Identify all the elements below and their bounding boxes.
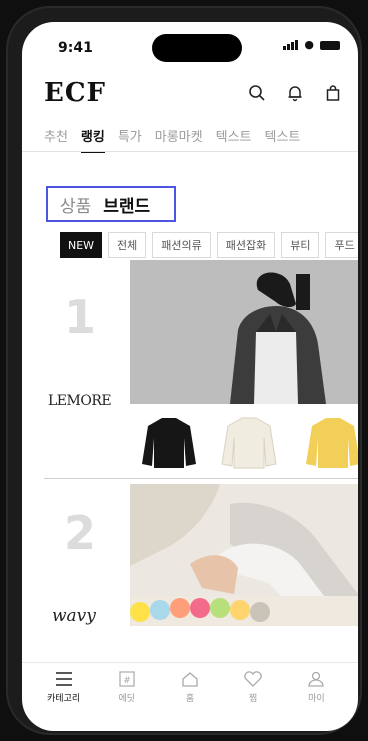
product-thumb-yellow-jacket bbox=[306, 418, 358, 468]
brand-name: LEMORE bbox=[48, 393, 112, 409]
product-thumb-black-jacket bbox=[142, 418, 196, 468]
wifi-icon: ● bbox=[304, 38, 314, 51]
nav-home[interactable]: 홈 bbox=[165, 663, 215, 719]
tabs-divider bbox=[22, 151, 358, 152]
nav-label: 에딧 bbox=[118, 694, 136, 704]
nav-my[interactable]: 마이 bbox=[291, 663, 341, 719]
tab-text-2[interactable]: 텍스트 bbox=[265, 126, 301, 145]
shopping-bag-icon[interactable] bbox=[322, 82, 344, 104]
user-icon bbox=[308, 671, 324, 687]
brand-hero-image bbox=[130, 484, 358, 626]
chip-food[interactable]: 푸드 bbox=[325, 232, 358, 258]
ranking-divider bbox=[44, 478, 358, 479]
battery-icon bbox=[320, 40, 340, 50]
status-time: 9:41 bbox=[58, 40, 93, 56]
status-bar: 9:41 ● bbox=[22, 22, 358, 66]
nav-label: 카테고리 bbox=[47, 694, 81, 704]
nav-wishlist[interactable]: 찜 bbox=[228, 663, 278, 719]
search-icon[interactable] bbox=[246, 82, 268, 104]
chip-fashion-clothing[interactable]: 패션의류 bbox=[152, 232, 211, 258]
signal-icon bbox=[283, 40, 299, 50]
nav-label: 홈 bbox=[185, 694, 195, 704]
nav-label: 찜 bbox=[249, 694, 258, 704]
toggle-product[interactable]: 상품 bbox=[60, 192, 91, 217]
header-actions bbox=[246, 82, 344, 104]
bell-icon[interactable] bbox=[284, 82, 306, 104]
svg-text:#: # bbox=[123, 676, 131, 686]
chip-beauty[interactable]: 뷰티 bbox=[281, 232, 320, 258]
chip-new[interactable]: NEW bbox=[60, 232, 102, 258]
system-icons: ● bbox=[283, 38, 340, 51]
edit-icon: # bbox=[119, 671, 135, 687]
phone-frame: 9:41 ● ECF 추천 랭킹 특가 마롱마켓 텍스트 텍스트 상품 브랜드 … bbox=[6, 6, 362, 735]
nav-category[interactable]: 카테고리 bbox=[39, 663, 89, 719]
tab-text-1[interactable]: 텍스트 bbox=[216, 126, 252, 145]
brand-name: wavy bbox=[52, 606, 96, 626]
chip-fashion-goods[interactable]: 패션잡화 bbox=[216, 232, 276, 258]
brand-logo[interactable]: ECF bbox=[44, 78, 106, 108]
tab-ranking[interactable]: 랭킹 bbox=[80, 126, 105, 153]
dynamic-island bbox=[152, 34, 242, 62]
toggle-brand[interactable]: 브랜드 bbox=[103, 192, 150, 217]
chip-all[interactable]: 전체 bbox=[108, 232, 147, 258]
nav-label: 마이 bbox=[308, 694, 325, 704]
rank-number: 1 bbox=[64, 290, 97, 344]
tab-marong-market[interactable]: 마롱마켓 bbox=[155, 126, 203, 145]
tab-recommend[interactable]: 추천 bbox=[44, 126, 68, 145]
filter-chips: NEW 전체 패션의류 패션잡화 뷰티 푸드 bbox=[60, 232, 358, 258]
heart-icon bbox=[244, 671, 262, 687]
tab-special[interactable]: 특가 bbox=[118, 126, 142, 145]
product-thumb-cream-jacket bbox=[221, 417, 277, 469]
home-icon bbox=[182, 672, 198, 687]
menu-icon bbox=[55, 672, 72, 686]
app-header: ECF bbox=[22, 72, 358, 112]
app-screen: 9:41 ● ECF 추천 랭킹 특가 마롱마켓 텍스트 텍스트 상품 브랜드 … bbox=[22, 22, 358, 731]
category-tabs: 추천 랭킹 특가 마롱마켓 텍스트 텍스트 bbox=[44, 126, 358, 153]
product-brand-toggle: 상품 브랜드 bbox=[46, 186, 176, 222]
rank-number: 2 bbox=[64, 506, 97, 560]
nav-edit[interactable]: # 에딧 bbox=[102, 663, 152, 719]
brand-hero-image bbox=[130, 260, 358, 404]
bottom-navigation: 카테고리 # 에딧 홈 찜 마이 bbox=[22, 662, 358, 719]
